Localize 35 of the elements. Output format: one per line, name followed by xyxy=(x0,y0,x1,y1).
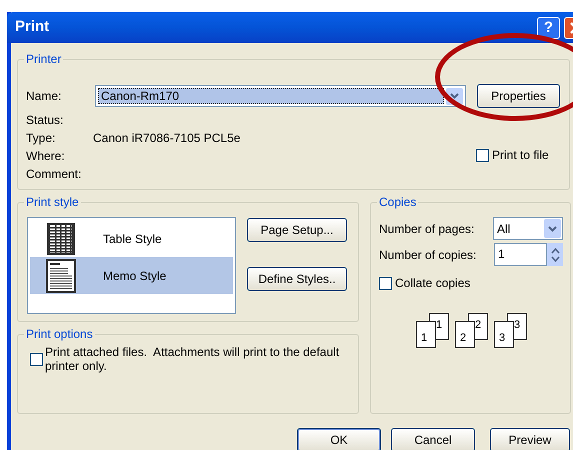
style-list[interactable]: Table Style Memo Style xyxy=(27,217,236,314)
collate-stacks-drawing: 1 1 2 2 3 3 xyxy=(416,313,528,348)
field-label: Name: xyxy=(26,88,62,105)
memo-style-icon xyxy=(46,258,76,292)
help-button[interactable]: ? xyxy=(537,16,560,38)
dropdown-value: Canon-Rm170 xyxy=(98,88,444,104)
field-label: Where: xyxy=(26,148,66,165)
field-value: Canon iR7086-7105 PCL5e xyxy=(93,130,240,147)
field-label: Number of pages: xyxy=(379,220,474,238)
table-style-icon xyxy=(46,222,76,256)
style-button[interactable]: Define Styles.. xyxy=(247,267,347,291)
field-label: Type: xyxy=(26,130,56,147)
attach-files-checkbox[interactable] xyxy=(30,352,43,366)
field-label: Comment: xyxy=(26,166,82,183)
collate-checkbox[interactable] xyxy=(379,276,392,290)
group-title: Copies xyxy=(377,194,418,210)
checkbox-label: Collate copies xyxy=(395,275,470,292)
properties-button[interactable]: Properties xyxy=(477,84,560,108)
spinner-icon[interactable] xyxy=(547,243,563,266)
pages-dropdown[interactable]: All xyxy=(493,217,563,240)
list-item[interactable]: Memo Style xyxy=(30,257,233,294)
dialog-button[interactable]: Cancel xyxy=(391,428,475,450)
window-title: Print xyxy=(15,17,50,38)
checkbox-label: Print to file xyxy=(492,147,549,164)
print-to-file-checkbox[interactable] xyxy=(476,148,489,162)
dialog-button[interactable]: OK xyxy=(297,428,381,450)
printer-dropdown[interactable]: Canon-Rm170 xyxy=(95,85,466,107)
group-title: Print options xyxy=(24,326,95,342)
dialog-button[interactable]: Preview xyxy=(490,428,570,450)
field-label: Number of copies: xyxy=(379,246,476,264)
copies-input[interactable]: 1 xyxy=(494,243,547,266)
group-title: Print style xyxy=(24,194,81,210)
checkbox-label: Print attached files. Attachments will print to the default printer only. xyxy=(45,345,340,373)
field-label: Status: xyxy=(26,112,64,129)
style-button[interactable]: Page Setup... xyxy=(247,218,347,242)
